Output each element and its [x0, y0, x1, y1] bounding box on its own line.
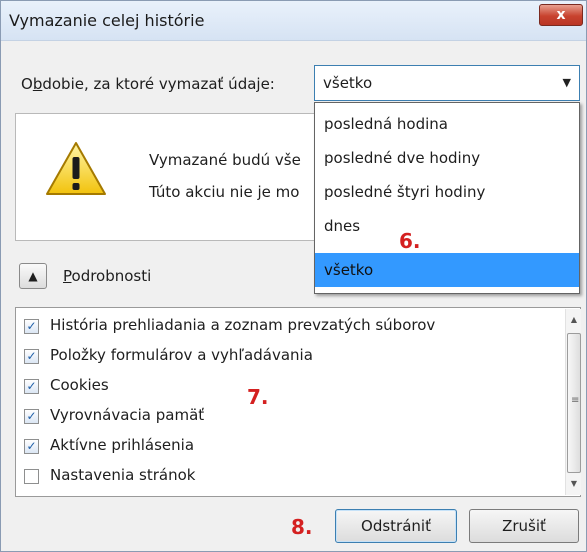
list-item-label: Vyrovnávacia pamäť	[50, 406, 205, 424]
checkbox[interactable]	[24, 469, 39, 484]
title-bar: Vymazanie celej histórie x	[1, 1, 586, 41]
period-select[interactable]: všetko ▼	[314, 65, 580, 101]
history-items-list: ✓ História prehliadania a zoznam prevzat…	[15, 307, 581, 497]
clear-history-dialog: Vymazanie celej histórie x Obdobie, za k…	[0, 0, 587, 552]
warning-text-line-2: Túto akciu nie je mo	[149, 183, 300, 201]
checkmark-icon: ✓	[26, 439, 37, 453]
close-icon: x	[556, 7, 566, 23]
checkmark-icon: ✓	[26, 319, 37, 333]
period-select-value: všetko	[323, 74, 373, 92]
checkbox[interactable]: ✓	[24, 319, 39, 334]
checkmark-icon: ✓	[26, 409, 37, 423]
close-button[interactable]: x	[539, 4, 583, 26]
details-toggle-button[interactable]: ▲	[19, 263, 47, 289]
chevron-up-icon: ▲	[28, 269, 38, 283]
dropdown-option[interactable]: posledné dve hodiny	[315, 141, 579, 175]
scrollbar-thumb[interactable]: ≡	[567, 333, 581, 473]
annotation-marker-8: 8.	[291, 515, 313, 539]
period-label: Obdobie, za ktoré vymazať údaje:	[21, 75, 275, 93]
checkbox[interactable]: ✓	[24, 349, 39, 364]
dropdown-option-selected[interactable]: všetko	[315, 253, 579, 287]
dropdown-option[interactable]: posledná hodina	[315, 107, 579, 141]
warning-icon	[46, 142, 106, 195]
cancel-button[interactable]: Zrušiť	[469, 509, 579, 543]
scroll-up-icon[interactable]: ▲	[566, 311, 582, 329]
list-item-label: Položky formulárov a vyhľadávania	[50, 346, 313, 364]
details-label[interactable]: Podrobnosti	[63, 267, 151, 285]
annotation-marker-7: 7.	[247, 385, 269, 409]
checkbox[interactable]: ✓	[24, 409, 39, 424]
dialog-title: Vymazanie celej histórie	[9, 11, 205, 30]
list-item-label: Cookies	[50, 376, 109, 394]
scrollbar[interactable]: ▲ ≡ ▼	[565, 309, 581, 495]
annotation-marker-6: 6.	[399, 229, 421, 253]
period-dropdown-list: posledná hodina posledné dve hodiny posl…	[314, 102, 580, 294]
grip-icon: ≡	[571, 395, 580, 406]
checkmark-icon: ✓	[26, 379, 37, 393]
checkbox[interactable]: ✓	[24, 439, 39, 454]
list-item-label: História prehliadania a zoznam prevzatýc…	[50, 316, 436, 334]
scroll-down-icon[interactable]: ▼	[566, 475, 582, 493]
checkbox[interactable]: ✓	[24, 379, 39, 394]
details-label-rest: odrobnosti	[71, 267, 152, 285]
period-label-accesskey: b	[32, 75, 43, 93]
delete-button[interactable]: Odstrániť	[335, 509, 457, 543]
details-label-accesskey: P	[63, 267, 72, 285]
dropdown-option[interactable]: posledné štyri hodiny	[315, 175, 579, 209]
period-label-rest: dobie, za ktoré vymazať údaje:	[42, 75, 275, 93]
list-item-label: Aktívne prihlásenia	[50, 436, 195, 454]
checkmark-icon: ✓	[26, 349, 37, 363]
period-label-start: O	[21, 75, 33, 93]
dropdown-option[interactable]: dnes	[315, 209, 579, 243]
list-item-label: Nastavenia stránok	[50, 466, 196, 484]
chevron-down-icon: ▼	[562, 76, 571, 89]
warning-text-line-1: Vymazané budú vše	[149, 151, 301, 169]
